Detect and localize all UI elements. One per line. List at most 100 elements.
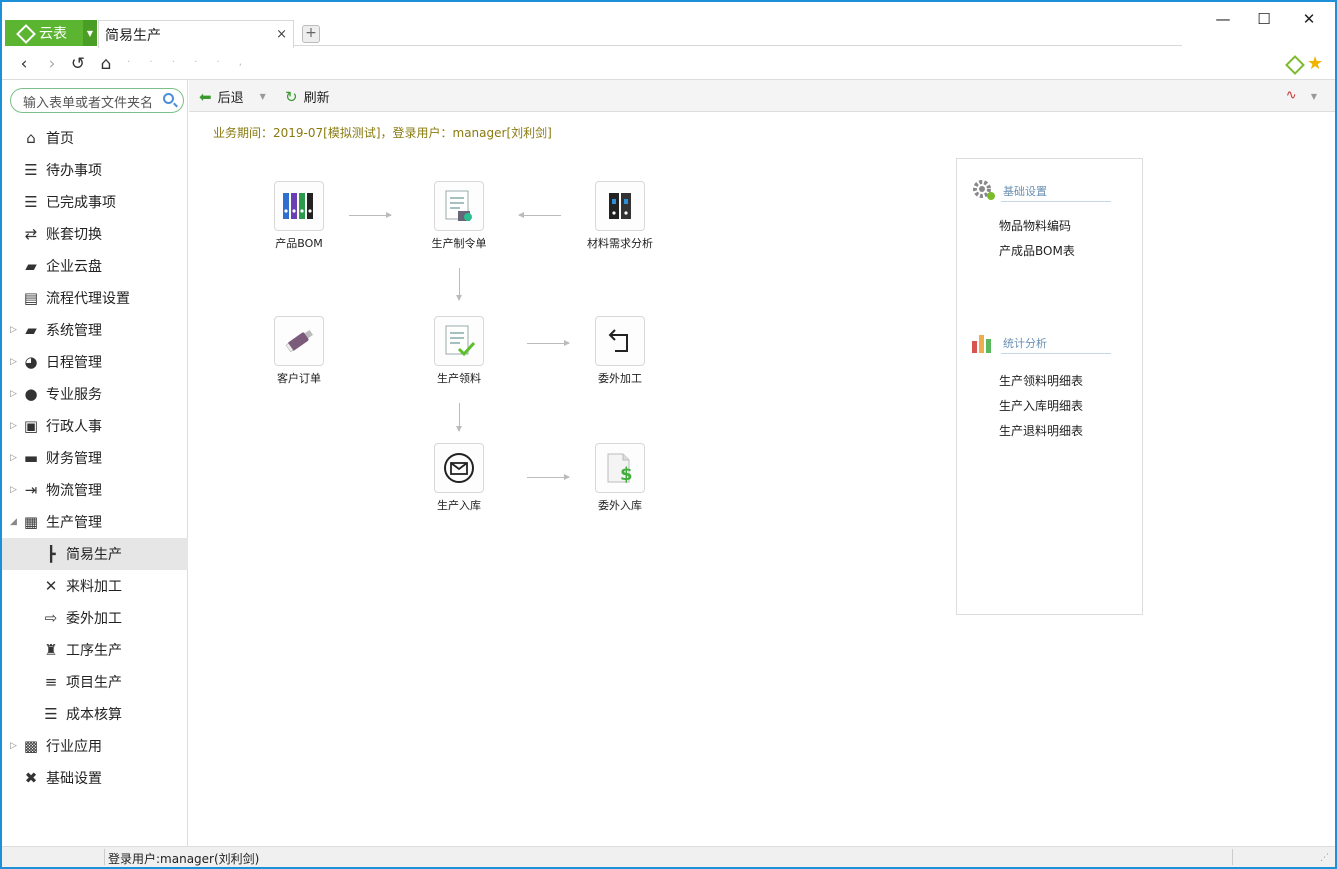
home-icon[interactable]: ⌂ <box>96 54 116 74</box>
favorite-star-icon[interactable]: ★ <box>1307 53 1323 74</box>
contact-icon: ▣ <box>23 417 39 435</box>
sidebar-item-label: 生产管理 <box>46 515 102 531</box>
link-product-bom[interactable]: 产成品BOM表 <box>999 242 1075 259</box>
sidebar-item[interactable]: ▷ ▬ 财务管理 <box>2 442 188 474</box>
flow-node-label: 产品BOM <box>275 237 323 250</box>
yunbiao-logo-icon[interactable] <box>1286 56 1302 72</box>
switch-icon: ⇄ <box>24 225 38 243</box>
theme-menu-button[interactable]: ∿ ▼ <box>1286 88 1317 103</box>
statistics-heading: 统计分析 <box>971 325 1111 354</box>
sidebar-item-label: 委外加工 <box>66 611 122 627</box>
expand-arrow-icon[interactable]: ▷ <box>10 741 17 751</box>
tab-strip-divider <box>294 45 1182 46</box>
tab-simple-production[interactable]: 简易生产 × <box>98 20 294 48</box>
sidebar-item[interactable]: ┣ 简易生产 <box>2 538 188 570</box>
wallet-icon: ▬ <box>23 449 39 467</box>
section-title: 统计分析 <box>1003 337 1047 350</box>
sidebar-item-label: 流程代理设置 <box>46 291 130 307</box>
sidebar-item[interactable]: ⇨ 委外加工 <box>2 602 188 634</box>
section-title: 基础设置 <box>1003 185 1047 198</box>
forward-arrow-icon[interactable]: › <box>42 54 62 74</box>
flow-node-warehousing[interactable]: 生产入库 <box>414 443 504 513</box>
sidebar-item[interactable]: ▷ ▩ 行业应用 <box>2 730 188 762</box>
link-return-detail[interactable]: 生产退料明细表 <box>999 422 1083 439</box>
minimize-button[interactable]: — <box>1212 10 1234 32</box>
user-icon: ● <box>24 385 38 403</box>
link-picking-detail[interactable]: 生产领料明细表 <box>999 372 1083 389</box>
brand-menu-button[interactable]: 云表 ▼ <box>5 20 97 46</box>
user-icon: ◕ <box>24 353 38 371</box>
sidebar-item[interactable]: ▷ ▣ 行政人事 <box>2 410 188 442</box>
flow-arrow <box>518 212 561 218</box>
flow-node-outsourcing[interactable]: 委外加工 <box>575 316 665 386</box>
server-icon: ≡ <box>44 673 58 691</box>
sidebar-item-label: 项目生产 <box>66 675 122 691</box>
flow-node-production-order[interactable]: 生产制令单 <box>414 181 504 251</box>
dollar-document-icon: $ <box>595 443 645 493</box>
link-warehousing-detail[interactable]: 生产入库明细表 <box>999 397 1083 414</box>
sidebar-item[interactable]: ✖ 基础设置 <box>2 762 188 794</box>
wrench-icon: ✖ <box>24 769 38 787</box>
flow-node-material-analysis[interactable]: 材料需求分析 <box>575 181 665 251</box>
expand-arrow-icon[interactable]: ◢ <box>10 517 17 527</box>
flow-node-label: 生产制令单 <box>431 237 487 250</box>
link-item-code[interactable]: 物品物料编码 <box>999 217 1071 234</box>
refresh-button[interactable]: ↻ 刷新 <box>285 87 330 107</box>
sidebar-item[interactable]: ▰ 企业云盘 <box>2 250 188 282</box>
sidebar-item[interactable]: ⇄ 账套切换 <box>2 218 188 250</box>
expand-arrow-icon[interactable]: ▷ <box>10 357 17 367</box>
sidebar-item[interactable]: ▤ 流程代理设置 <box>2 282 188 314</box>
sidebar-item[interactable]: ⌂ 首页 <box>2 122 188 154</box>
sidebar-item[interactable]: ▷ ◕ 日程管理 <box>2 346 188 378</box>
expand-arrow-icon[interactable]: ▷ <box>10 325 17 335</box>
expand-arrow-icon[interactable]: ▷ <box>10 389 17 399</box>
sidebar-item[interactable]: ☰ 已完成事项 <box>2 186 188 218</box>
flow-node-label: 生产入库 <box>437 499 481 512</box>
flow-arrow <box>527 474 570 480</box>
address-text[interactable]: · · · · · , <box>127 57 250 68</box>
search-placeholder: 输入表单或者文件夹名 <box>23 96 154 111</box>
new-tab-button[interactable]: + <box>302 25 320 43</box>
search-input[interactable]: 输入表单或者文件夹名 <box>10 88 184 113</box>
brand-dropdown-icon[interactable]: ▼ <box>83 20 97 46</box>
close-window-button[interactable]: ✕ <box>1298 10 1320 32</box>
tab-label: 简易生产 <box>105 28 161 44</box>
sidebar-item[interactable]: ▷ ⇥ 物流管理 <box>2 474 188 506</box>
search-icon[interactable] <box>163 93 174 104</box>
sidebar-item[interactable]: ☰ 成本核算 <box>2 698 188 730</box>
hierarchy-icon: ♜ <box>44 641 58 659</box>
sidebar-item[interactable]: ♜ 工序生产 <box>2 634 188 666</box>
sidebar-item[interactable]: ☰ 待办事项 <box>2 154 188 186</box>
sidebar-item[interactable]: ◢ ▦ 生产管理 <box>2 506 188 538</box>
sidebar-item-label: 已完成事项 <box>46 195 116 211</box>
sidebar-item[interactable]: ▷ ● 专业服务 <box>2 378 188 410</box>
back-dropdown-icon[interactable]: ▼ <box>260 92 266 101</box>
brand-label: 云表 <box>39 26 67 42</box>
title-bar: 云表 ▼ 简易生产 × + — ☐ ✕ <box>2 2 1335 48</box>
tree-icon: ┣ <box>46 545 56 563</box>
back-label: 后退 <box>217 91 244 106</box>
flow-node-customer-order[interactable]: 客户订单 <box>254 316 344 386</box>
sidebar-item-label: 行业应用 <box>46 739 102 755</box>
expand-arrow-icon[interactable]: ▷ <box>10 485 17 495</box>
resize-grip-icon[interactable]: ⋰ <box>1320 853 1329 863</box>
flow-node-outsource-warehousing[interactable]: $ 委外入库 <box>575 443 665 513</box>
sidebar-item-label: 物流管理 <box>46 483 102 499</box>
quick-links-panel: 基础设置 物品物料编码 产成品BOM表 统计分析 生产领料明细表 生产入库明细表… <box>956 158 1143 615</box>
sidebar-item-label: 专业服务 <box>46 387 102 403</box>
back-arrow-icon: ⬅ <box>199 87 212 106</box>
back-arrow-icon[interactable]: ‹ <box>14 54 34 74</box>
maximize-button[interactable]: ☐ <box>1253 10 1275 32</box>
expand-arrow-icon[interactable]: ▷ <box>10 453 17 463</box>
back-button[interactable]: ⬅ 后退 ▼ <box>199 87 266 107</box>
expand-arrow-icon[interactable]: ▷ <box>10 421 17 431</box>
sidebar-item[interactable]: ▷ ▰ 系统管理 <box>2 314 188 346</box>
sidebar-item[interactable]: ✕ 来料加工 <box>2 570 188 602</box>
flow-node-material-picking[interactable]: 生产领料 <box>414 316 504 386</box>
sidebar-nav: ⌂ 首页 ☰ 待办事项 ☰ 已完成事项 ⇄ 账套切换 ▰ 企业云盘 ▤ 流程代理设置 ▷ ▰ 系统管理 ▷ ◕ 日… <box>2 122 188 794</box>
reload-icon[interactable]: ↺ <box>68 54 88 74</box>
sidebar-item[interactable]: ≡ 项目生产 <box>2 666 188 698</box>
chip-icon: ▩ <box>23 737 39 755</box>
flow-node-bom[interactable]: 产品BOM <box>254 181 344 251</box>
tab-close-icon[interactable]: × <box>276 27 287 42</box>
